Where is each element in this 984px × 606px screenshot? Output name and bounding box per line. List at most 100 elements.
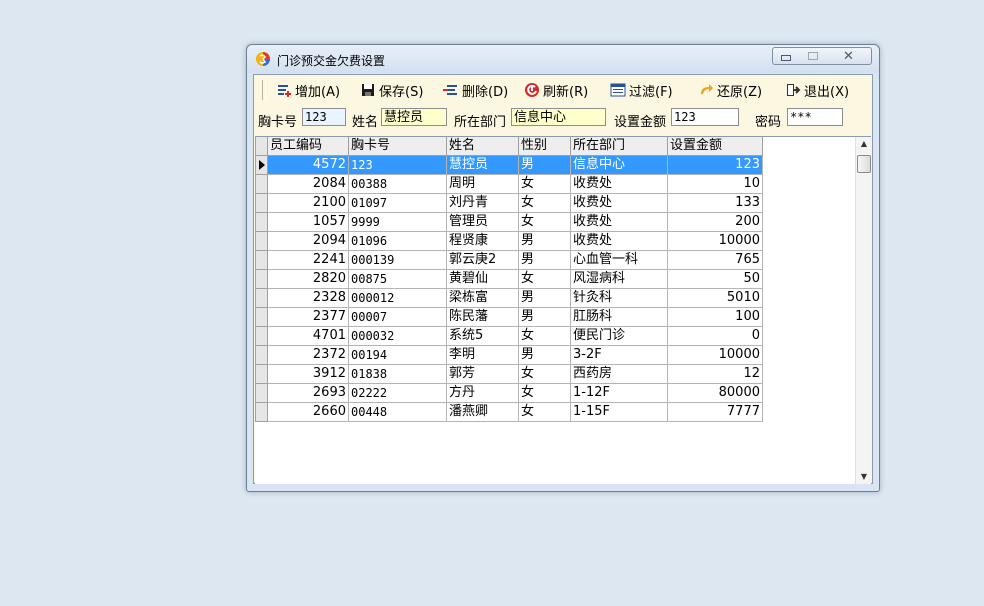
- scroll-up-arrow-icon[interactable]: ▲: [856, 137, 871, 151]
- cell-department[interactable]: 西药房: [570, 364, 668, 384]
- row-indicator[interactable]: [255, 383, 268, 403]
- cell-department[interactable]: 收费处: [570, 231, 668, 251]
- cell-card-number[interactable]: 01097: [348, 193, 447, 213]
- cell-department[interactable]: 信息中心: [570, 155, 668, 175]
- table-row[interactable]: 2094 01096 程贤康男收费处 10000: [255, 231, 763, 251]
- refresh-button[interactable]: 刷新(R): [524, 80, 588, 100]
- table-row[interactable]: 3912 01838 郭芳女西药房 12: [255, 364, 763, 384]
- cell-employee-code[interactable]: 4572: [267, 155, 349, 175]
- restore-button[interactable]: 还原(Z): [698, 80, 762, 100]
- dept-field[interactable]: 信息中心: [511, 108, 606, 126]
- cell-name[interactable]: 系统5: [446, 326, 519, 346]
- scroll-down-arrow-icon[interactable]: ▼: [856, 470, 871, 484]
- row-indicator[interactable]: [255, 307, 268, 327]
- table-row[interactable]: 2241 000139 郭云庚2 男心血管一科 765: [255, 250, 763, 270]
- password-field[interactable]: ***: [787, 108, 843, 126]
- row-indicator[interactable]: [255, 231, 268, 251]
- delete-button[interactable]: 删除(D): [443, 80, 508, 100]
- cell-name[interactable]: 程贤康: [446, 231, 519, 251]
- row-indicator[interactable]: [255, 174, 268, 194]
- cell-employee-code[interactable]: 2820: [267, 269, 349, 289]
- cell-employee-code[interactable]: 2372: [267, 345, 349, 365]
- cell-amount[interactable]: 50: [667, 269, 763, 289]
- table-row[interactable]: 2100 01097 刘丹青女收费处 133: [255, 193, 763, 213]
- exit-button[interactable]: 退出(X): [785, 80, 849, 100]
- cell-department[interactable]: 便民门诊: [570, 326, 668, 346]
- cell-card-number[interactable]: 000032: [348, 326, 447, 346]
- cell-name[interactable]: 李明: [446, 345, 519, 365]
- scroll-thumb[interactable]: [857, 155, 871, 173]
- row-indicator[interactable]: [255, 288, 268, 308]
- maximize-button[interactable]: [799, 47, 827, 65]
- table-row[interactable]: 2084 00388 周明女收费处 10: [255, 174, 763, 194]
- cell-card-number[interactable]: 000012: [348, 288, 447, 308]
- name-field[interactable]: 慧控员: [381, 108, 447, 126]
- add-button[interactable]: 增加(A): [276, 80, 340, 100]
- cell-card-number[interactable]: 00194: [348, 345, 447, 365]
- cell-gender[interactable]: 女: [518, 326, 571, 346]
- cell-name[interactable]: 方丹: [446, 383, 519, 403]
- cell-employee-code[interactable]: 2241: [267, 250, 349, 270]
- cell-gender[interactable]: 女: [518, 364, 571, 384]
- cell-department[interactable]: 3-2F: [570, 345, 668, 365]
- cell-amount[interactable]: 133: [667, 193, 763, 213]
- data-grid[interactable]: 员工编码 胸卡号 姓名 性别 所在部门 设置金额 4572 123 慧控员男信息中心…: [255, 136, 871, 484]
- cell-amount[interactable]: 7777: [667, 402, 763, 422]
- card-number-field[interactable]: 123: [302, 108, 346, 126]
- cell-name[interactable]: 刘丹青: [446, 193, 519, 213]
- cell-employee-code[interactable]: 2100: [267, 193, 349, 213]
- cell-card-number[interactable]: 123: [348, 155, 447, 175]
- cell-department[interactable]: 肛肠科: [570, 307, 668, 327]
- cell-employee-code[interactable]: 1057: [267, 212, 349, 232]
- row-indicator[interactable]: [255, 345, 268, 365]
- cell-amount[interactable]: 10000: [667, 231, 763, 251]
- cell-amount[interactable]: 200: [667, 212, 763, 232]
- cell-gender[interactable]: 女: [518, 402, 571, 422]
- cell-name[interactable]: 梁栋富: [446, 288, 519, 308]
- row-indicator[interactable]: [255, 326, 268, 346]
- header-card-number[interactable]: 胸卡号: [348, 137, 447, 156]
- cell-card-number[interactable]: 00875: [348, 269, 447, 289]
- table-row[interactable]: 2372 00194 李明男 3-2F 10000: [255, 345, 763, 365]
- row-indicator[interactable]: [255, 269, 268, 289]
- cell-gender[interactable]: 男: [518, 307, 571, 327]
- cell-amount[interactable]: 12: [667, 364, 763, 384]
- table-row[interactable]: 4701 000032 系统5 女便民门诊 0: [255, 326, 763, 346]
- minimize-button[interactable]: [772, 47, 800, 65]
- cell-amount[interactable]: 10: [667, 174, 763, 194]
- title-bar[interactable]: 门诊预交金欠费设置 ✕: [247, 45, 879, 73]
- cell-department[interactable]: 1-15F: [570, 402, 668, 422]
- cell-amount[interactable]: 5010: [667, 288, 763, 308]
- cell-department[interactable]: 收费处: [570, 212, 668, 232]
- cell-gender[interactable]: 女: [518, 383, 571, 403]
- cell-name[interactable]: 管理员: [446, 212, 519, 232]
- cell-gender[interactable]: 男: [518, 250, 571, 270]
- header-department[interactable]: 所在部门: [570, 137, 668, 156]
- cell-employee-code[interactable]: 2084: [267, 174, 349, 194]
- cell-gender[interactable]: 男: [518, 155, 571, 175]
- cell-card-number[interactable]: 00007: [348, 307, 447, 327]
- cell-card-number[interactable]: 9999: [348, 212, 447, 232]
- cell-amount[interactable]: 123: [667, 155, 763, 175]
- row-indicator[interactable]: [255, 250, 268, 270]
- cell-employee-code[interactable]: 2693: [267, 383, 349, 403]
- toolbar-grip[interactable]: [262, 80, 266, 100]
- cell-name[interactable]: 黄碧仙: [446, 269, 519, 289]
- header-amount[interactable]: 设置金额: [667, 137, 763, 156]
- cell-amount[interactable]: 10000: [667, 345, 763, 365]
- header-employee-code[interactable]: 员工编码: [267, 137, 349, 156]
- header-name[interactable]: 姓名: [446, 137, 519, 156]
- cell-name[interactable]: 郭云庚2: [446, 250, 519, 270]
- table-row[interactable]: 2377 00007 陈民藩男肛肠科 100: [255, 307, 763, 327]
- cell-department[interactable]: 风湿病科: [570, 269, 668, 289]
- cell-department[interactable]: 心血管一科: [570, 250, 668, 270]
- cell-department[interactable]: 1-12F: [570, 383, 668, 403]
- amount-field[interactable]: 123: [671, 108, 739, 126]
- cell-name[interactable]: 潘燕卿: [446, 402, 519, 422]
- vertical-scrollbar[interactable]: ▲ ▼: [855, 137, 871, 484]
- table-row[interactable]: 4572 123 慧控员男信息中心 123: [255, 155, 763, 175]
- cell-gender[interactable]: 女: [518, 269, 571, 289]
- cell-gender[interactable]: 女: [518, 174, 571, 194]
- cell-employee-code[interactable]: 2660: [267, 402, 349, 422]
- cell-employee-code[interactable]: 3912: [267, 364, 349, 384]
